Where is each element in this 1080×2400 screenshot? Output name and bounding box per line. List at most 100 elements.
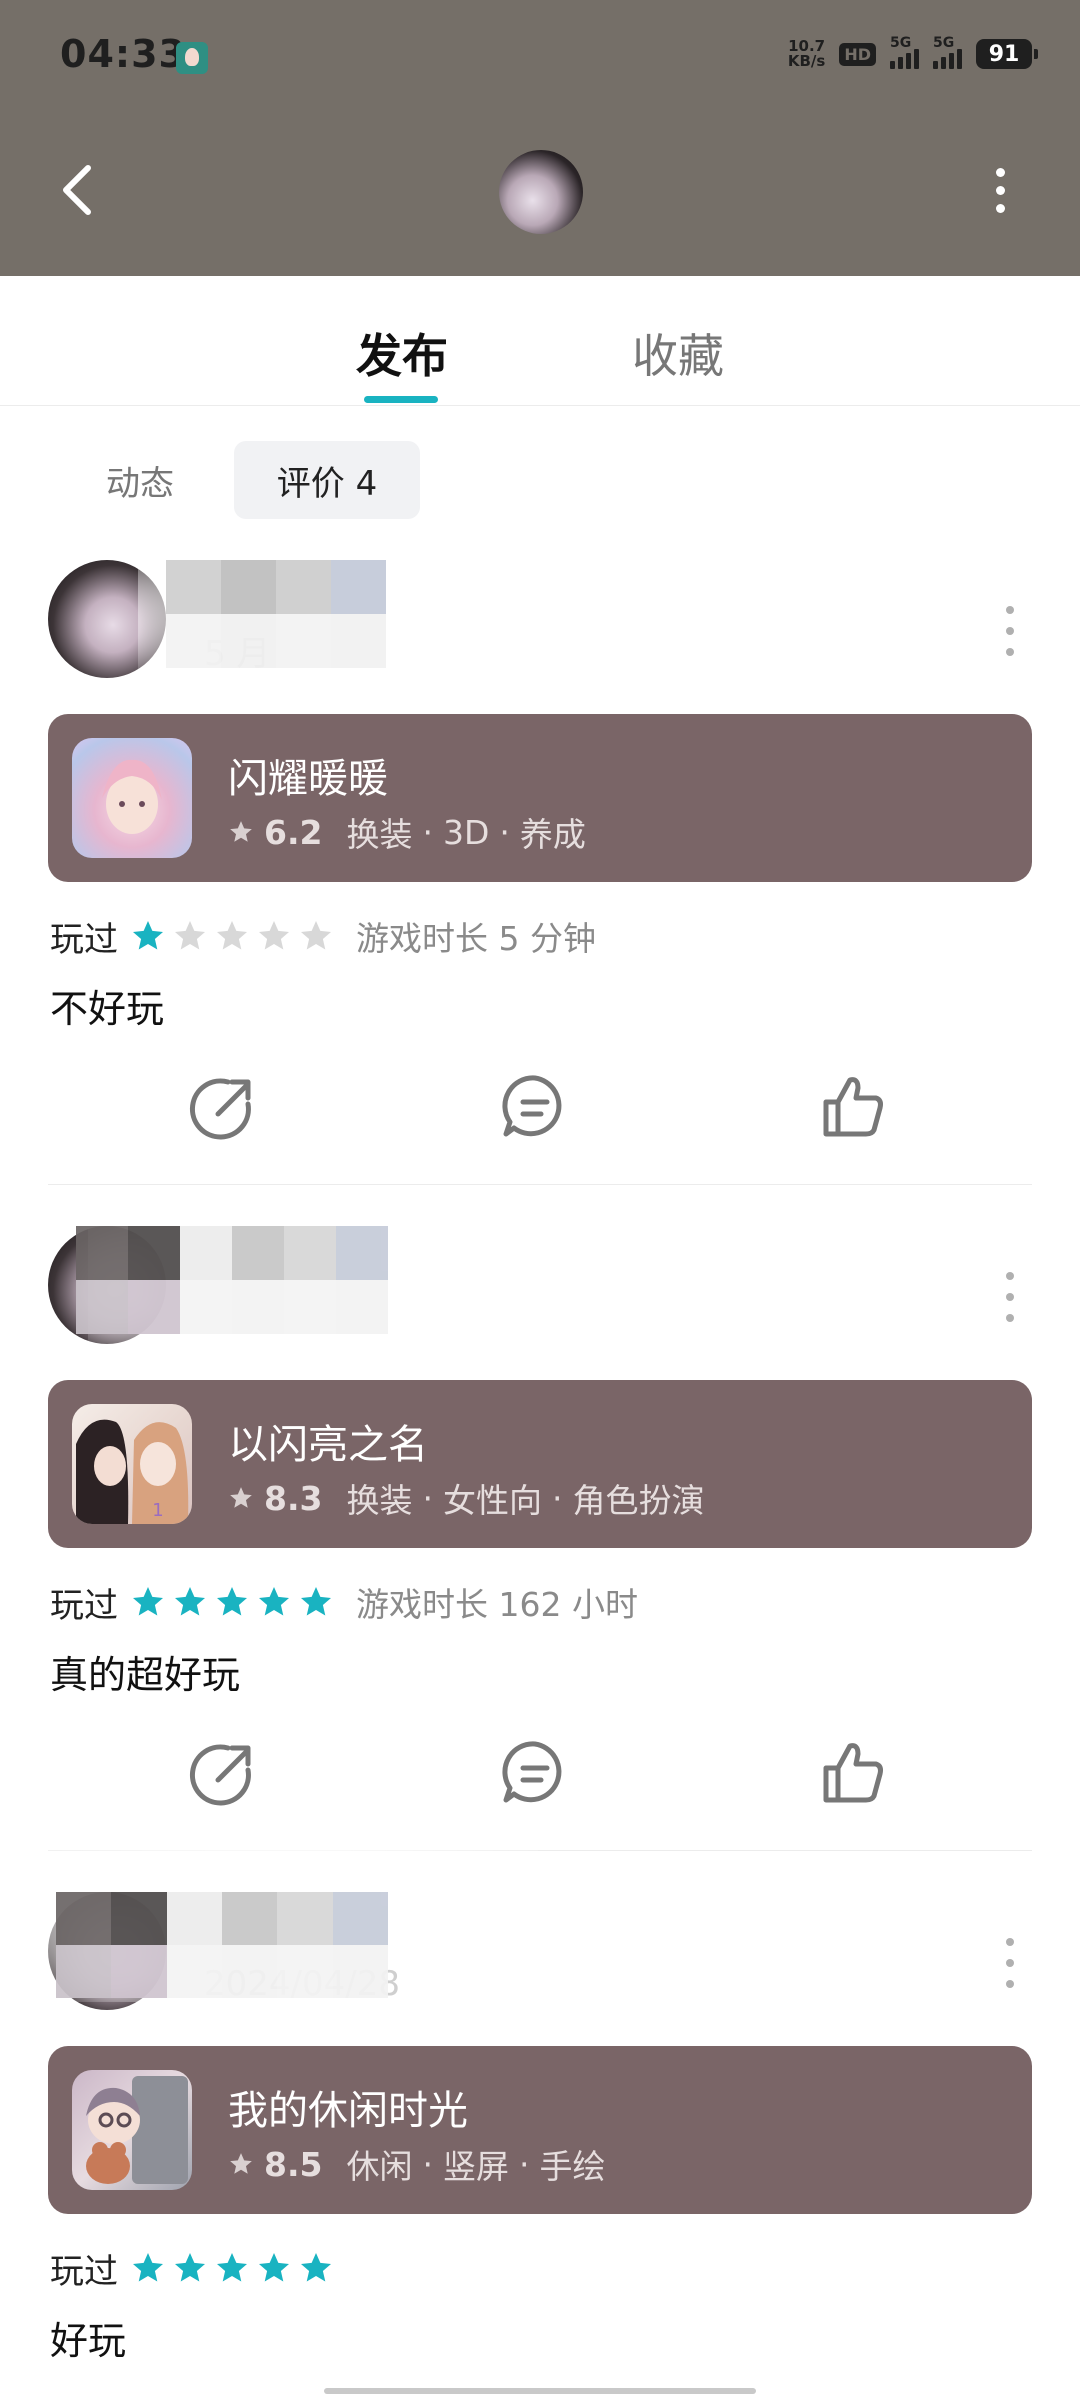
more-vertical-icon: [995, 167, 1005, 177]
game-tag: 女性向: [442, 1481, 542, 1520]
subtab-dynamic[interactable]: 动态: [90, 441, 190, 519]
star-icon: [133, 1587, 163, 1616]
more-options-button[interactable]: [985, 160, 1015, 220]
star-icon: [217, 1587, 247, 1616]
review-text: 真的超好玩: [50, 1653, 241, 1697]
more-vertical-icon: [1006, 1272, 1014, 1280]
star-icon: [259, 1587, 289, 1616]
tab-publish[interactable]: 发布: [356, 320, 448, 386]
share-icon: [189, 1078, 251, 1140]
character-icon: 1: [76, 1419, 189, 1524]
back-button[interactable]: [50, 160, 110, 220]
game-tag: 竖屏: [442, 2147, 509, 2186]
game-meta: 6.2 换装 · 3D · 养成: [228, 808, 586, 856]
username-mosaic: [76, 1226, 388, 1334]
status-indicators: 10.7 KB/s HD 5G 5G 91: [787, 34, 1038, 74]
game-meta: 8.3 换装 · 女性向 · 角色扮演: [228, 1474, 704, 1522]
game-tag: 角色扮演: [572, 1481, 705, 1520]
share-icon: [189, 1744, 251, 1806]
star-icon: [230, 1487, 252, 1508]
top-header: 04:33 10.7 KB/s HD 5G 5G 91: [0, 0, 1080, 276]
star-icon: [217, 2253, 247, 2282]
more-vertical-icon: [1006, 606, 1014, 614]
review-more-button[interactable]: [1000, 1272, 1020, 1322]
like-button[interactable]: [818, 1072, 888, 1142]
game-icon: [72, 738, 192, 858]
played-label: 玩过: [50, 1585, 118, 1626]
game-meta: 8.5 休闲 · 竖屏 · 手绘: [228, 2140, 605, 2188]
review-author-row: 2024/04/28: [18, 1832, 1032, 2016]
comment-icon: [502, 1741, 562, 1803]
character-icon: [102, 759, 162, 834]
game-rating: 8.3: [264, 1478, 323, 1518]
comment-icon: [502, 1075, 562, 1137]
star-icon: [301, 2253, 331, 2282]
username-mosaic: [56, 1892, 388, 1998]
star-rating: [130, 1584, 334, 1620]
star-icon: [175, 2253, 205, 2282]
game-tag: 手绘: [539, 2147, 606, 2186]
share-button[interactable]: [188, 1072, 258, 1142]
played-label: 玩过: [50, 919, 118, 960]
subtab-reviews[interactable]: 评价 4: [234, 441, 420, 519]
network-speed: 10.7 KB/s: [787, 37, 826, 70]
battery-icon: 91: [976, 39, 1038, 69]
played-row: 玩过: [50, 2246, 356, 2292]
divider: [48, 1184, 1032, 1185]
star-icon: [217, 921, 247, 950]
star-icon: [301, 1587, 331, 1616]
game-card[interactable]: 1 以闪亮之名 8.3 换装 · 女性向 · 角色扮演: [48, 1380, 1032, 1548]
game-tag: 养成: [519, 815, 586, 854]
profile-avatar[interactable]: [499, 150, 583, 234]
played-label: 玩过: [50, 2251, 118, 2292]
game-card[interactable]: 闪耀暖暖 6.2 换装 · 3D · 养成: [48, 714, 1032, 882]
comment-button[interactable]: [500, 1738, 570, 1808]
share-button[interactable]: [188, 1738, 258, 1808]
notification-app-icon: [176, 42, 208, 74]
game-name: 闪耀暖暖: [228, 756, 388, 802]
game-icon: [72, 2070, 192, 2190]
comment-button[interactable]: [500, 1072, 570, 1142]
star-icon: [230, 821, 252, 842]
review-more-button[interactable]: [1000, 606, 1020, 656]
star-icon: [133, 921, 163, 950]
game-rating: 6.2: [264, 812, 323, 852]
review-more-button[interactable]: [1000, 1938, 1020, 1988]
star-icon: [259, 2253, 289, 2282]
username-mosaic: [166, 560, 386, 668]
game-icon: 1: [72, 1404, 192, 1524]
star-icon: [133, 2253, 163, 2282]
star-icon: [230, 2153, 252, 2174]
star-rating: [130, 2250, 334, 2286]
game-tag: 休闲: [346, 2147, 413, 2186]
playtime: 游戏时长 162 小时: [356, 1585, 638, 1624]
review-author-row: 5 月: [48, 520, 1032, 690]
status-time: 04:33: [60, 32, 186, 76]
played-row: 玩过 游戏时长 5 分钟: [50, 914, 596, 960]
more-vertical-icon: [1006, 1938, 1014, 1946]
playtime: 游戏时长 5 分钟: [356, 919, 596, 958]
review-author-row: [48, 1186, 1032, 1356]
game-rating: 8.5: [264, 2144, 323, 2184]
like-button[interactable]: [818, 1738, 888, 1808]
active-tab-indicator: [364, 396, 438, 403]
status-bar: 04:33 10.7 KB/s HD 5G 5G 91: [0, 0, 1080, 115]
thumbs-up-icon: [823, 1743, 883, 1803]
star-rating: [130, 918, 334, 954]
played-row: 玩过 游戏时长 162 小时: [50, 1580, 638, 1626]
star-icon: [175, 921, 205, 950]
svg-text:1: 1: [152, 1500, 163, 1521]
hd-icon: HD: [839, 42, 876, 66]
game-tag: 换装: [346, 815, 413, 854]
game-name: 我的休闲时光: [228, 2088, 468, 2134]
star-icon: [259, 921, 289, 950]
review-actions: [0, 1738, 1080, 1818]
signal-icon: 5G: [890, 35, 919, 69]
thumbs-up-icon: [823, 1077, 883, 1137]
tab-favorite[interactable]: 收藏: [632, 320, 724, 386]
game-name: 以闪亮之名: [228, 1422, 428, 1468]
game-card[interactable]: 我的休闲时光 8.5 休闲 · 竖屏 · 手绘: [48, 2046, 1032, 2214]
review-text: 不好玩: [50, 987, 165, 1031]
home-indicator[interactable]: [324, 2388, 756, 2394]
review-text: 好玩: [50, 2319, 127, 2363]
